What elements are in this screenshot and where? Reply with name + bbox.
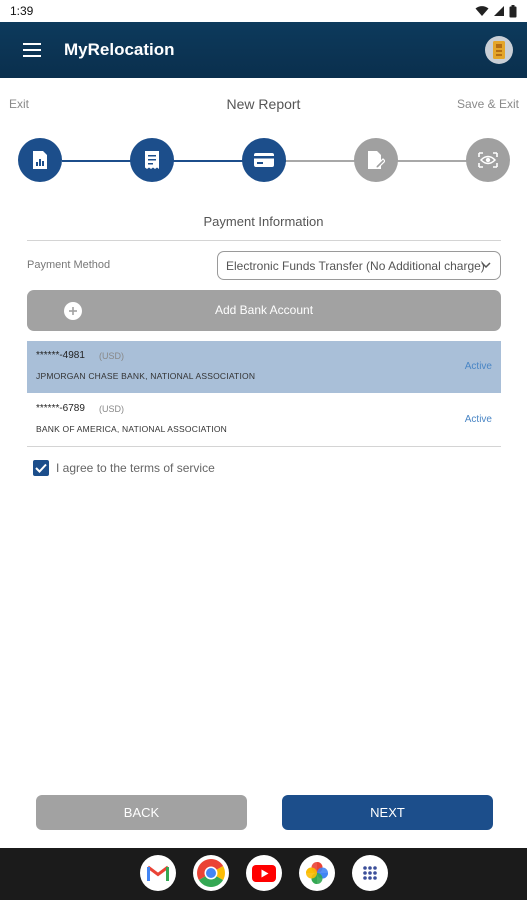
- section-title: Payment Information: [203, 214, 324, 229]
- account-number: ******-4981: [36, 350, 85, 361]
- bank-account-row[interactable]: ******-6789 (USD) BANK OF AMERICA, NATIO…: [27, 394, 501, 446]
- step-5[interactable]: [466, 138, 510, 182]
- accounts-divider: [27, 446, 501, 447]
- back-button[interactable]: BACK: [36, 795, 247, 830]
- document-chart-icon: [33, 151, 47, 169]
- payment-method-value: Electronic Funds Transfer (No Additional…: [226, 258, 485, 273]
- chevron-down-icon: [481, 262, 491, 269]
- chrome-icon[interactable]: [193, 855, 229, 891]
- app-title: MyRelocation: [64, 40, 175, 59]
- account-currency: (USD): [99, 404, 124, 414]
- document-pen-icon: [368, 151, 385, 169]
- wifi-icon: [475, 6, 489, 16]
- step-1[interactable]: [18, 138, 62, 182]
- battery-icon: [509, 4, 517, 17]
- bank-account-row[interactable]: ******-4981 (USD) JPMORGAN CHASE BANK, N…: [27, 341, 501, 393]
- terms-label: I agree to the terms of service: [56, 461, 215, 475]
- hamburger-menu-icon: [23, 43, 41, 57]
- app-drawer-icon[interactable]: [352, 855, 388, 891]
- account-currency: (USD): [99, 351, 124, 361]
- photos-icon[interactable]: [299, 855, 335, 891]
- credit-card-icon: [254, 153, 274, 167]
- account-number: ******-6789: [36, 403, 85, 414]
- receipt-icon: [145, 151, 159, 169]
- exit-link[interactable]: Exit: [9, 97, 29, 111]
- eye-review-icon: [478, 152, 498, 168]
- step-2[interactable]: [130, 138, 174, 182]
- add-bank-account-button[interactable]: Add Bank Account: [27, 290, 501, 331]
- system-dock: [0, 848, 527, 900]
- terms-checkbox[interactable]: [33, 460, 49, 476]
- checkmark-icon: [35, 463, 47, 473]
- step-3[interactable]: [242, 138, 286, 182]
- youtube-icon[interactable]: [246, 855, 282, 891]
- report-title: New Report: [226, 96, 301, 112]
- menu-button[interactable]: [0, 22, 64, 78]
- report-header: New Report Exit Save & Exit: [0, 92, 527, 118]
- save-exit-link[interactable]: Save & Exit: [457, 97, 519, 111]
- section-divider: [27, 240, 501, 241]
- avatar[interactable]: [485, 36, 513, 64]
- profile-card-icon: [493, 41, 505, 59]
- gmail-icon[interactable]: [140, 855, 176, 891]
- account-bank-name: JPMORGAN CHASE BANK, NATIONAL ASSOCIATIO…: [36, 371, 256, 381]
- payment-method-select[interactable]: Electronic Funds Transfer (No Additional…: [217, 251, 501, 280]
- progress-stepper: [0, 138, 527, 184]
- signal-icon: [494, 6, 504, 16]
- next-button[interactable]: NEXT: [282, 795, 493, 830]
- status-time: 1:39: [10, 4, 34, 18]
- account-status: Active: [464, 361, 492, 372]
- step-4[interactable]: [354, 138, 398, 182]
- add-bank-account-label: Add Bank Account: [214, 303, 314, 317]
- account-bank-name: BANK OF AMERICA, NATIONAL ASSOCIATION: [36, 424, 227, 434]
- status-icons: [475, 4, 517, 18]
- payment-method-label: Payment Method: [27, 259, 111, 271]
- status-bar: 1:39: [0, 0, 527, 22]
- terms-agreement: I agree to the terms of service: [33, 460, 215, 476]
- account-status: Active: [464, 414, 492, 425]
- app-bar: MyRelocation: [0, 22, 527, 78]
